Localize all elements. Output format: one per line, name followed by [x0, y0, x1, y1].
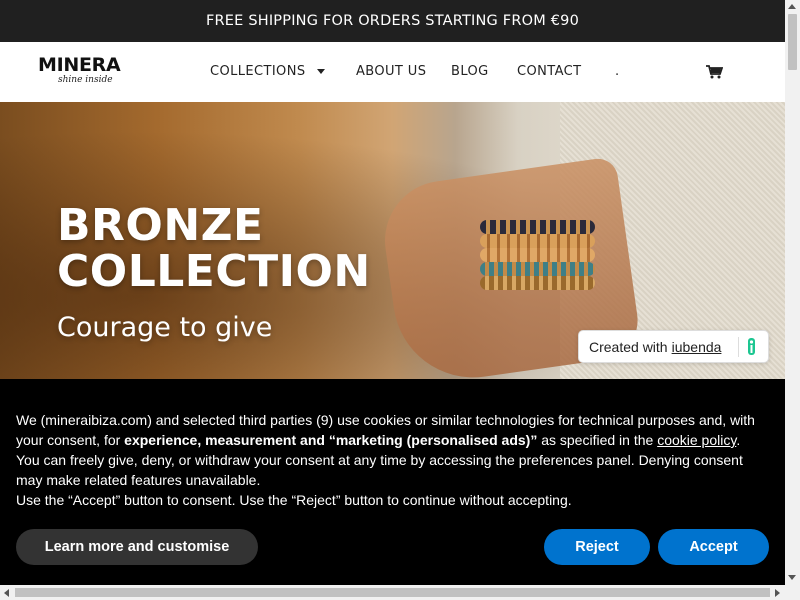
scroll-down-arrow-icon[interactable]	[788, 575, 796, 580]
bracelet-strand-image	[480, 234, 595, 248]
nav-item-blog[interactable]: BLOG	[451, 64, 489, 79]
scroll-right-arrow-icon[interactable]	[775, 589, 780, 597]
cookie-text-part: .	[736, 432, 741, 448]
bracelet-strand-image	[480, 220, 595, 234]
caret-down-icon	[317, 69, 326, 74]
learn-more-button[interactable]: Learn more and customise	[16, 529, 258, 565]
scroll-left-arrow-icon[interactable]	[4, 589, 9, 597]
accept-button[interactable]: Accept	[658, 529, 769, 565]
bracelet-strand-image	[480, 276, 595, 290]
cookie-paragraph-1: We (mineraibiza.com) and selected third …	[16, 410, 766, 450]
hero-title-line2: COLLECTION	[57, 246, 371, 297]
iubenda-icon	[738, 337, 760, 357]
bracelet-strand-image	[480, 248, 595, 262]
scroll-up-arrow-icon[interactable]	[788, 4, 796, 9]
logo-tagline: shine inside	[58, 75, 113, 85]
shipping-announcement-text: FREE SHIPPING FOR ORDERS STARTING FROM €…	[205, 13, 580, 29]
nav-item-dot[interactable]: .	[615, 64, 620, 79]
reject-button[interactable]: Reject	[544, 529, 650, 565]
vertical-scrollbar[interactable]	[785, 0, 800, 585]
iubenda-prefix: Created with	[589, 338, 668, 355]
logo-wordmark: MINERA	[38, 54, 121, 76]
bracelet-strand-image	[480, 262, 595, 276]
horizontal-scrollbar-thumb[interactable]	[15, 588, 770, 597]
iubenda-badge[interactable]: Created with iubenda	[578, 330, 769, 363]
nav-item-collections-label: COLLECTIONS	[210, 64, 306, 79]
shopping-cart-icon[interactable]	[705, 64, 724, 80]
vertical-scrollbar-thumb[interactable]	[788, 14, 797, 70]
nav-item-collections[interactable]: COLLECTIONS	[210, 64, 326, 79]
hero-title: BRONZE COLLECTION	[57, 203, 371, 295]
hero-title-line1: BRONZE	[57, 200, 264, 251]
cookie-policy-link[interactable]: cookie policy	[657, 432, 736, 448]
cookie-paragraph-2: You can freely give, deny, or withdraw y…	[16, 452, 743, 488]
cookie-consent-text: We (mineraibiza.com) and selected third …	[16, 410, 766, 510]
minera-logo[interactable]: MINERA shine inside	[38, 54, 128, 90]
cookie-text-part: as specified in the	[537, 432, 658, 448]
hero-subtitle: Courage to give	[57, 312, 273, 343]
shipping-announcement-bar: FREE SHIPPING FOR ORDERS STARTING FROM €…	[0, 0, 785, 42]
cookie-paragraph-3: Use the “Accept” button to consent. Use …	[16, 492, 572, 508]
cookie-text-bold: experience, measurement and “marketing (…	[124, 432, 538, 448]
site-header: MINERA shine inside COLLECTIONS ABOUT US…	[0, 42, 785, 102]
iubenda-link[interactable]: iubenda	[672, 339, 722, 355]
cookie-consent-banner: We (mineraibiza.com) and selected third …	[0, 379, 785, 585]
nav-item-contact[interactable]: CONTACT	[517, 64, 581, 79]
nav-item-about-us[interactable]: ABOUT US	[356, 64, 426, 79]
